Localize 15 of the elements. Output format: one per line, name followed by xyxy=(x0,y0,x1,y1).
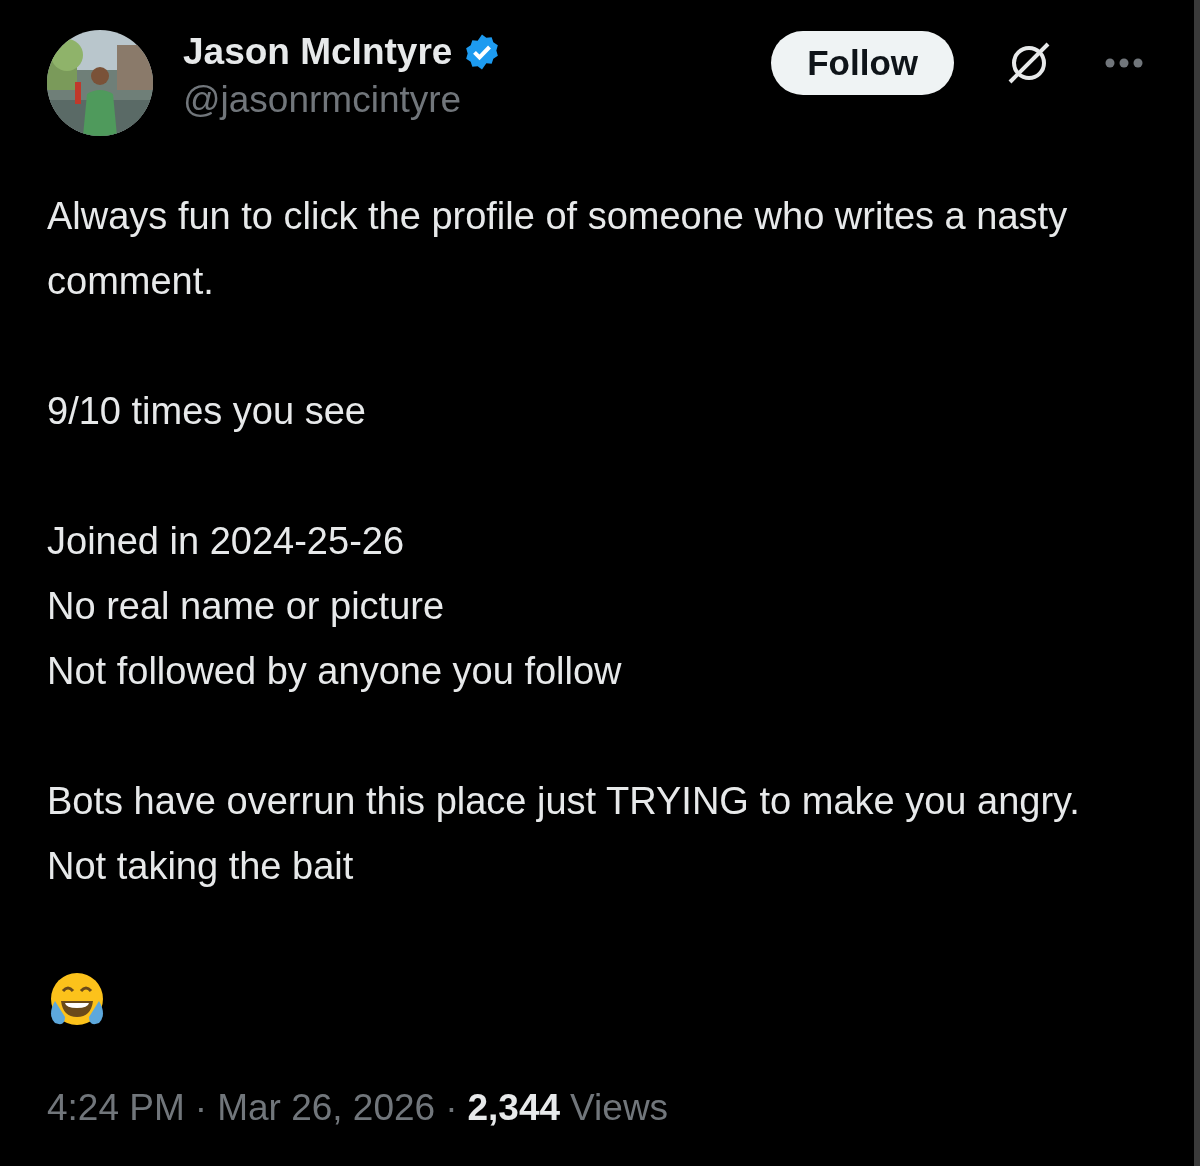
views-count: 2,344 xyxy=(467,1087,561,1129)
separator-dot: · xyxy=(194,1087,208,1129)
post-paragraph: Joined in 2024-25-26 No real name or picture Not followed by anyone you follow xyxy=(47,519,623,694)
slashed-circle-icon[interactable] xyxy=(1006,40,1052,86)
author-name[interactable]: Jason McIntyre xyxy=(183,31,453,73)
post-paragraph: Bots have overrun this place just TRYING to make you angry. Not taking the bait xyxy=(47,779,1081,889)
post-date[interactable]: Mar 26, 2026 xyxy=(217,1087,436,1129)
follow-button[interactable]: Follow xyxy=(771,31,954,95)
separator-dot: · xyxy=(445,1087,458,1129)
more-icon[interactable] xyxy=(1104,57,1144,69)
post-paragraph: 9/10 times you see xyxy=(47,389,367,434)
views-label: Views xyxy=(570,1087,669,1129)
author-handle[interactable]: @jasonrmcintyre xyxy=(183,79,742,121)
post-paragraph: Always fun to click the profile of someone who writes a nasty comment. xyxy=(47,194,1069,304)
post-time[interactable]: 4:24 PM xyxy=(47,1087,185,1129)
